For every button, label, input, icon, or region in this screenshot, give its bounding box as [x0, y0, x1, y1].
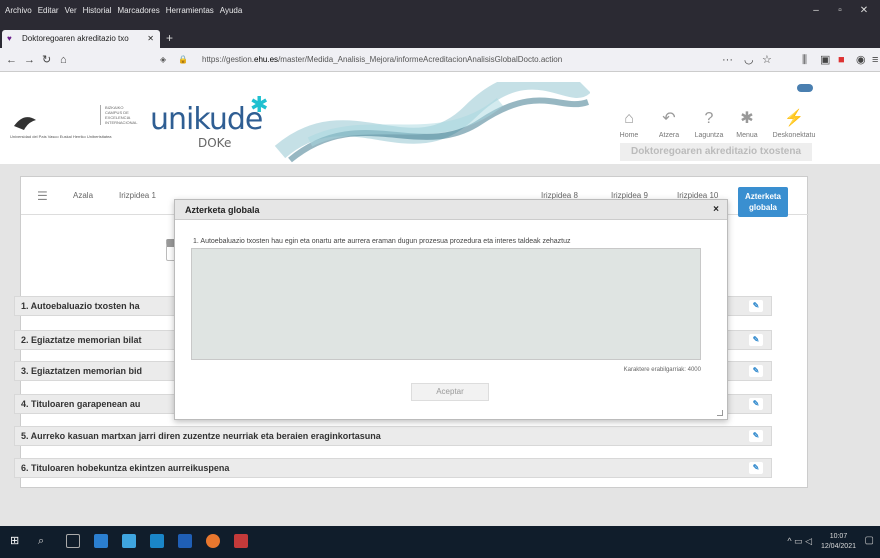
app-outlook-icon[interactable] — [178, 534, 192, 548]
more-actions-icon[interactable]: ··· — [722, 52, 733, 68]
answer-textarea[interactable] — [191, 248, 701, 360]
nav-disconnect[interactable]: ⚡ Deskonektatu — [770, 108, 818, 139]
help-icon: ? — [704, 110, 714, 127]
close-window-icon[interactable]: ✕ — [852, 0, 876, 22]
edit-icon[interactable]: ✎ — [749, 334, 763, 346]
undo-icon: ↶ — [662, 110, 676, 127]
menu-icon[interactable]: ≡ — [872, 52, 878, 68]
forward-icon[interactable]: → — [24, 52, 35, 68]
nav-home[interactable]: ⌂ Home — [612, 108, 646, 139]
institution-name: Universidad del País Vasco Euskal Herrik… — [10, 134, 112, 139]
character-counter: Karaktere erabilgarriak: 4000 — [623, 367, 701, 373]
tab-azterketa-globala[interactable]: Azterketa globala — [738, 187, 788, 217]
tab-close-icon[interactable]: ✕ — [147, 30, 154, 48]
task-view-icon[interactable] — [66, 534, 80, 548]
minimize-icon[interactable]: – — [804, 0, 828, 22]
brand-subtitle: DOKe — [198, 136, 232, 150]
edit-icon[interactable]: ✎ — [749, 430, 763, 442]
hamburger-icon[interactable]: ☰ — [37, 189, 48, 203]
clock-time: 10:07 — [829, 533, 848, 540]
dialog-header: Azterketa globala × — [175, 200, 727, 220]
pocket-icon[interactable]: ◡ — [744, 52, 754, 68]
lock-icon: 🔒 — [178, 55, 188, 64]
menu-archivo[interactable]: Archivo — [2, 0, 35, 22]
menu-ver[interactable]: Ver — [62, 0, 80, 22]
brand-logo: unikude — [150, 102, 263, 137]
nav-help[interactable]: ? Laguntza — [692, 108, 726, 139]
resize-grip-icon[interactable] — [717, 410, 723, 416]
app-red-icon[interactable] — [234, 534, 248, 548]
menu-editar[interactable]: Editar — [35, 0, 62, 22]
edit-icon[interactable]: ✎ — [749, 462, 763, 474]
new-tab-icon[interactable]: + — [166, 28, 173, 48]
maximize-icon[interactable]: ▫ — [828, 0, 852, 22]
library-icon[interactable]: ⫼ — [802, 52, 807, 68]
browser-tab[interactable]: ♥ Doktoregoaren akreditazio txo ✕ — [2, 30, 160, 48]
power-icon: ⚡ — [784, 110, 804, 127]
dialog-title: Azterketa globala — [185, 205, 260, 215]
back-icon[interactable]: ← — [6, 52, 17, 68]
search-icon[interactable]: ⌕ — [38, 534, 52, 548]
campus-text: BIZKAIKO CAMPUS DE EXCELENCIA INTERNACIO… — [100, 105, 140, 125]
home-icon[interactable]: ⌂ — [60, 52, 67, 68]
university-logo: Universidad del País Vasco Euskal Herrik… — [10, 112, 112, 142]
snowflake-icon: ✱ — [740, 110, 754, 127]
menu-herramientas[interactable]: Herramientas — [163, 0, 217, 22]
tab-irizpidea-1[interactable]: Irizpidea 1 — [119, 191, 156, 200]
system-tray-icons[interactable]: ^ ▭ ◁ — [787, 536, 812, 547]
menu-ayuda[interactable]: Ayuda — [217, 0, 246, 22]
taskbar: ⊞ ⌕ ^ ▭ ◁ 10:07 12/04/2021 ▢ — [0, 526, 880, 558]
menu-historial[interactable]: Historial — [80, 0, 115, 22]
menu-bar: Archivo Editar Ver Historial Marcadores Herra… — [0, 0, 880, 28]
url-text: https://gestion.ehu.es/master/Medida_Ana… — [202, 55, 563, 64]
report-title: Doktoregoaren akreditazio txostena — [620, 143, 812, 161]
window-controls: – ▫ ✕ — [804, 0, 876, 22]
edit-icon[interactable]: ✎ — [749, 398, 763, 410]
status-indicator — [797, 84, 813, 92]
url-bar[interactable]: ◈ 🔒 https://gestion.ehu.es/master/Medida… — [152, 50, 712, 70]
nav-back[interactable]: ↶ Atzera — [652, 108, 686, 139]
firefox-icon[interactable] — [206, 534, 220, 548]
clock: 10:07 12/04/2021 — [821, 532, 856, 552]
extension-icon[interactable]: ■ — [838, 52, 845, 68]
reload-icon[interactable]: ↻ — [42, 52, 51, 68]
bookmark-star-icon[interactable]: ☆ — [762, 52, 772, 68]
notification-icon[interactable]: ▢ — [865, 535, 874, 546]
edit-icon[interactable]: ✎ — [749, 300, 763, 312]
close-icon[interactable]: × — [713, 200, 719, 220]
app-network-icon[interactable] — [122, 534, 136, 548]
asterisk-icon: ✱ — [250, 92, 269, 117]
account-icon[interactable]: ◉ — [856, 52, 866, 68]
app-people-icon[interactable] — [94, 534, 108, 548]
edit-icon[interactable]: ✎ — [749, 365, 763, 377]
windows-start-icon[interactable]: ⊞ — [10, 534, 24, 548]
shield-icon: ◈ — [160, 55, 167, 64]
section-row-6[interactable]: 6. Tituloaren hobekuntza ekintzen aurrei… — [14, 458, 772, 478]
upv-emblem-icon — [14, 117, 36, 130]
page-header: Universidad del País Vasco Euskal Herrik… — [0, 72, 880, 164]
sidebar-icon[interactable]: ▣ — [820, 52, 830, 68]
tab-strip: ♥ Doktoregoaren akreditazio txo ✕ + — [0, 28, 880, 48]
menu-items: Archivo Editar Ver Historial Marcadores Herra… — [2, 0, 245, 22]
question-label: 1. Autoebaluazio txosten hau egin eta on… — [193, 238, 571, 245]
tab-title: Doktoregoaren akreditazio txo — [22, 34, 129, 43]
decorative-swirl-image — [274, 82, 590, 163]
navigation-bar: ← → ↻ ⌂ ◈ 🔒 https://gestion.ehu.es/maste… — [0, 48, 880, 72]
clock-date: 12/04/2021 — [820, 543, 856, 550]
accept-button[interactable]: Aceptar — [411, 383, 489, 401]
menu-marcadores[interactable]: Marcadores — [115, 0, 163, 22]
heart-icon: ♥ — [7, 34, 12, 43]
section-row-5[interactable]: 5. Aurreko kasuan martxan jarri diren zu… — [14, 426, 772, 446]
global-analysis-dialog: Azterketa globala × 1. Autoebaluazio txo… — [174, 199, 728, 420]
app-store-icon[interactable] — [150, 534, 164, 548]
nav-menu[interactable]: ✱ Menua — [730, 108, 764, 139]
tab-azala[interactable]: Azala — [73, 191, 93, 200]
home-nav-icon: ⌂ — [624, 110, 634, 127]
